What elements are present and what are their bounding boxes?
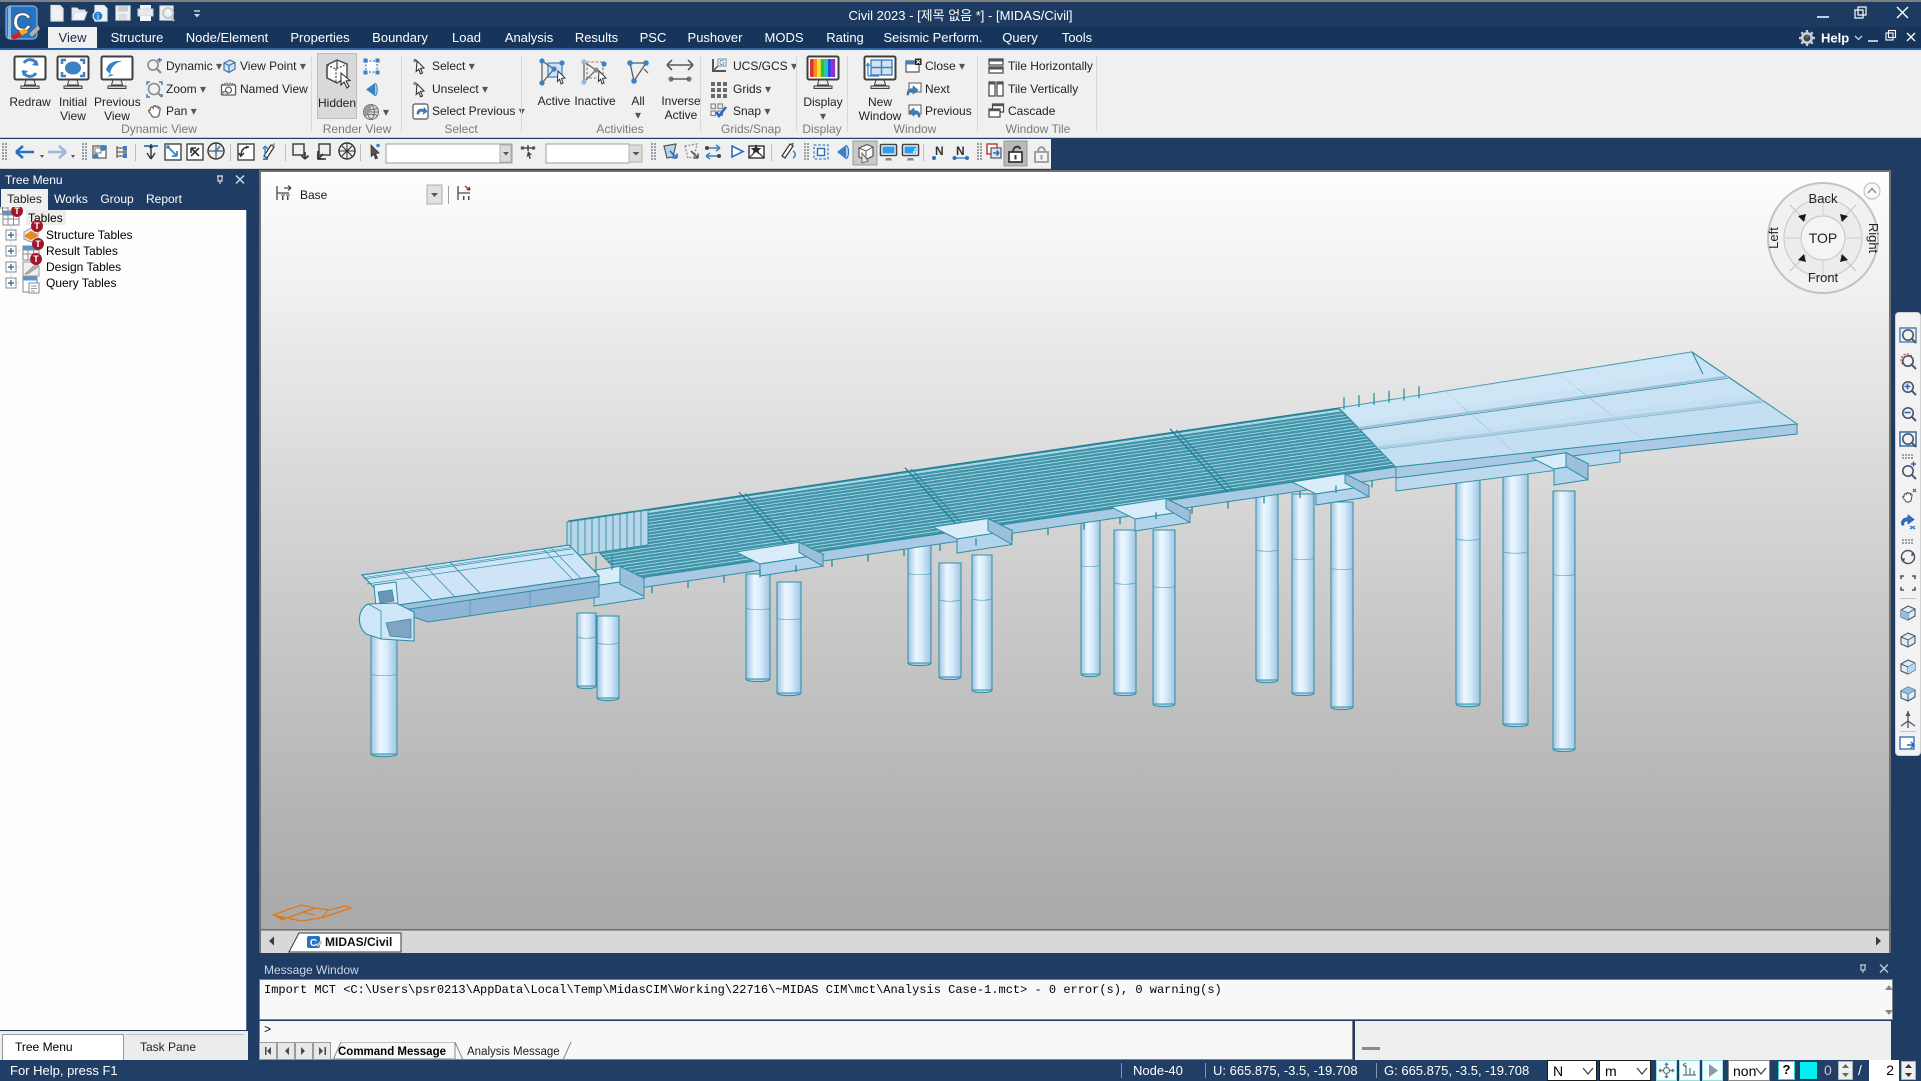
svg-text:Back: Back: [1809, 191, 1838, 206]
svg-text:MIDAS/Civil: MIDAS/Civil: [325, 935, 392, 949]
svg-text:G: G: [719, 60, 724, 67]
svg-text:Analysis Message: Analysis Message: [467, 1046, 560, 1058]
svg-text:Base: Base: [300, 188, 328, 202]
svg-text:Query Tables: Query Tables: [46, 276, 116, 290]
svg-text:Help: Help: [1821, 31, 1849, 46]
svg-text:Left: Left: [1766, 227, 1781, 249]
svg-text:N: N: [956, 144, 965, 158]
svg-text:Command Message: Command Message: [338, 1046, 446, 1058]
svg-text:TOP: TOP: [1809, 230, 1838, 246]
svg-text:N: N: [935, 144, 944, 158]
svg-text:Result Tables: Result Tables: [46, 244, 118, 258]
svg-text:Front: Front: [1808, 270, 1839, 285]
svg-text:Right: Right: [1866, 223, 1881, 254]
svg-text:C: C: [310, 938, 317, 949]
svg-text:Design Tables: Design Tables: [46, 260, 121, 274]
svg-text:Structure Tables: Structure Tables: [46, 228, 133, 242]
